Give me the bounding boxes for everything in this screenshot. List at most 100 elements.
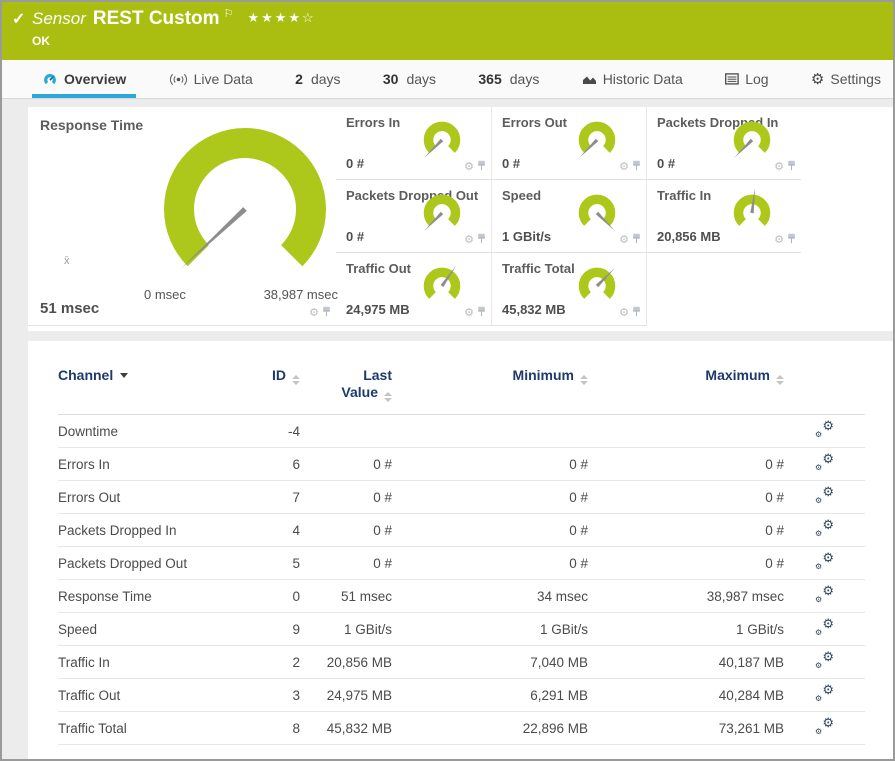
gauge-scale-labels: 0 msec 38,987 msec [140,287,342,302]
channel-settings-icon[interactable]: ⚙⚙ [815,455,834,471]
channel-table-panel: ChannelIDLastValueMinimumMaximum Downtim… [28,341,893,759]
id-cell: 9 [238,613,300,646]
table-row-traffic-total[interactable]: Traffic Total845,832 MB22,896 MB73,261 M… [58,712,865,745]
gauge-tile-traffic-total: Traffic Total45,832 MB⚙ [491,253,646,326]
row-actions-cell: ⚙⚙ [784,712,865,745]
max-cell: 0 # [588,547,784,580]
id-cell: 3 [238,679,300,712]
tab-live-data[interactable]: Live Data [159,60,263,98]
gear-icon[interactable]: ⚙ [774,235,784,246]
channel-settings-icon[interactable]: ⚙⚙ [815,653,834,669]
row-actions-cell: ⚙⚙ [784,646,865,679]
live-data-icon [169,73,188,86]
column-header-id[interactable]: ID [238,341,300,415]
pin-icon[interactable] [477,231,486,249]
pin-icon[interactable] [787,158,796,176]
column-header-minimum[interactable]: Minimum [392,341,588,415]
traffic-out-gauge [415,261,469,316]
last-cell [300,415,392,448]
tab-log[interactable]: Log [715,60,778,98]
gauge-value: 0 # [346,156,364,171]
last-cell: 1 GBit/s [300,613,392,646]
table-row-packets-dropped-in[interactable]: Packets Dropped In40 #0 #0 #⚙⚙ [58,514,865,547]
table-row-speed[interactable]: Speed91 GBit/s1 GBit/s1 GBit/s⚙⚙ [58,613,865,646]
tab-365-days[interactable]: 365days [468,60,549,98]
column-header-channel[interactable]: Channel [58,341,238,415]
max-cell [588,415,784,448]
tab-2-days[interactable]: 2 days [285,60,350,98]
gear-icon[interactable]: ⚙ [619,308,629,319]
primary-gauge-value: 51 msec [40,300,99,317]
channel-settings-icon[interactable]: ⚙⚙ [815,719,834,735]
channel-settings-icon[interactable]: ⚙⚙ [815,422,834,438]
pin-icon[interactable] [322,304,331,322]
pin-icon[interactable] [787,231,796,249]
gear-icon[interactable]: ⚙ [464,308,474,319]
status-badge: OK [2,30,893,48]
max-cell: 40,284 MB [588,679,784,712]
tab-overview[interactable]: Overview [32,60,136,98]
pin-icon[interactable] [477,304,486,322]
id-cell: 0 [238,580,300,613]
response-time-gauge [140,119,350,296]
pin-icon[interactable] [632,231,641,249]
sensor-header: ✓ SensorREST Custom⚐★★★★☆ OK [2,2,893,60]
row-actions-cell: ⚙⚙ [784,514,865,547]
gear-icon[interactable]: ⚙ [464,235,474,246]
tab-label: days [311,71,341,87]
response-time-tile: Response Time x̄ 0 msec 38,987 msec 51 m… [28,107,336,326]
empty-grid-cell [646,253,801,326]
tab-label: Historic Data [603,71,683,87]
channel-settings-icon[interactable]: ⚙⚙ [815,488,834,504]
tab-30-days[interactable]: 30days [373,60,446,98]
sensor-title-line: SensorREST Custom⚐★★★★☆ [2,2,893,30]
channel-settings-icon[interactable]: ⚙⚙ [815,686,834,702]
gauge-tile-errors-in: Errors In0 #⚙ [336,107,491,180]
gauge-tile-speed: Speed1 GBit/s⚙ [491,180,646,253]
gauge-min-label: 0 msec [144,287,186,302]
table-row-errors-in[interactable]: Errors In60 #0 #0 #⚙⚙ [58,448,865,481]
gauge-value: 1 GBit/s [502,229,551,244]
tab-historic-data[interactable]: Historic Data [572,60,693,98]
table-row-response-time[interactable]: Response Time051 msec34 msec38,987 msec⚙… [58,580,865,613]
tab-number: 365 [478,71,501,87]
row-actions-cell: ⚙⚙ [784,415,865,448]
channel-settings-icon[interactable]: ⚙⚙ [815,554,834,570]
channel-settings-icon[interactable]: ⚙⚙ [815,620,834,636]
gear-icon[interactable]: ⚙ [619,235,629,246]
gauge-tile-traffic-in: Traffic In20,856 MB⚙ [646,180,801,253]
pin-icon[interactable] [477,158,486,176]
row-actions-cell: ⚙⚙ [784,448,865,481]
table-row-downtime[interactable]: Downtime-4⚙⚙ [58,415,865,448]
pin-icon[interactable] [632,158,641,176]
table-row-traffic-out[interactable]: Traffic Out324,975 MB6,291 MB40,284 MB⚙⚙ [58,679,865,712]
gear-icon[interactable]: ⚙ [619,162,629,173]
row-actions-cell: ⚙⚙ [784,580,865,613]
gear-icon[interactable]: ⚙ [464,162,474,173]
table-row-packets-dropped-out[interactable]: Packets Dropped Out50 #0 #0 #⚙⚙ [58,547,865,580]
table-row-traffic-in[interactable]: Traffic In220,856 MB7,040 MB40,187 MB⚙⚙ [58,646,865,679]
table-row-errors-out[interactable]: Errors Out70 #0 #0 #⚙⚙ [58,481,865,514]
channel-settings-icon[interactable]: ⚙⚙ [815,521,834,537]
gear-icon[interactable]: ⚙ [774,162,784,173]
max-cell: 0 # [588,514,784,547]
packets-dropped-in-gauge [725,115,779,170]
gauge-title: Traffic In [657,188,711,203]
column-header-maximum[interactable]: Maximum [588,341,784,415]
sort-icon [580,375,588,385]
id-cell: -4 [238,415,300,448]
tab-number: 2 [295,71,303,87]
pin-icon[interactable] [632,304,641,322]
tab-settings[interactable]: ⚙Settings [801,60,891,98]
id-cell: 6 [238,448,300,481]
channel-settings-icon[interactable]: ⚙⚙ [815,587,834,603]
min-cell: 22,896 MB [392,712,588,745]
channel-cell: Errors Out [58,481,238,514]
flag-icon[interactable]: ⚐ [224,8,234,20]
priority-stars[interactable]: ★★★★☆ [247,10,315,25]
tab-label: Log [745,71,768,87]
gear-icon[interactable]: ⚙ [309,308,319,319]
row-actions-cell: ⚙⚙ [784,547,865,580]
traffic-total-gauge [570,261,624,316]
column-header-last-value[interactable]: LastValue [300,341,392,415]
